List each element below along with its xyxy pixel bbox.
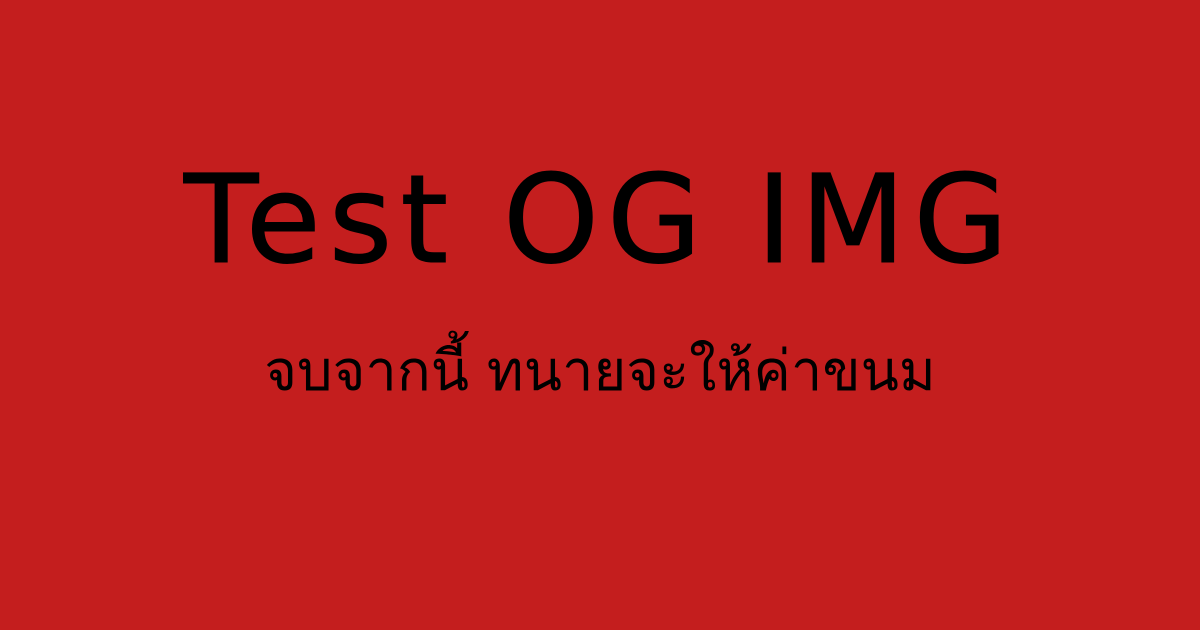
og-image-canvas: Test OG IMG จบจากนี้ ทนายจะให้ค่าขนม [0, 0, 1200, 630]
og-subtitle: จบจากนี้ ทนายจะให้ค่าขนม [264, 339, 936, 404]
og-title: Test OG IMG [183, 149, 1017, 291]
